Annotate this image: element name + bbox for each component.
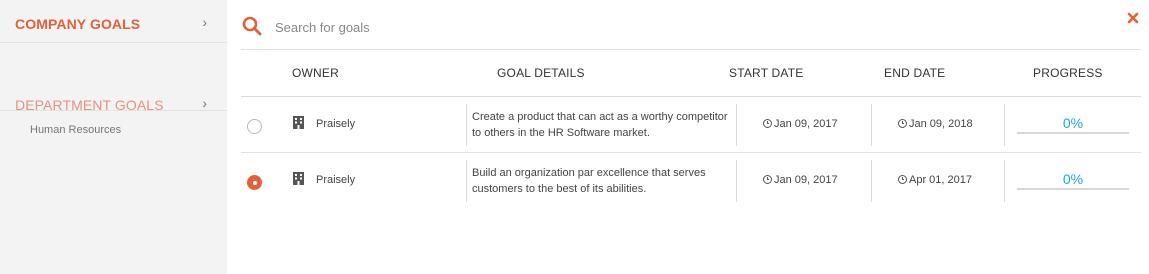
column-header-progress: PROGRESS — [1033, 66, 1103, 80]
goal-radio[interactable] — [247, 175, 262, 190]
close-icon[interactable] — [1126, 11, 1140, 25]
clock-icon — [763, 175, 772, 184]
start-date: Jan 09, 2017 — [763, 118, 838, 130]
owner-name: Praisely — [316, 118, 356, 130]
end-date: Jan 09, 2018 — [898, 118, 973, 130]
column-separator — [736, 160, 737, 202]
column-separator — [871, 160, 872, 202]
end-date-text: Jan 09, 2018 — [909, 118, 973, 130]
progress-bar — [1017, 132, 1129, 134]
start-date-text: Jan 09, 2017 — [774, 174, 838, 186]
progress-bar — [1017, 188, 1129, 190]
column-header-goal-details: GOAL DETAILS — [497, 66, 585, 80]
progress-label: 0% — [1062, 115, 1084, 131]
clock-icon — [898, 175, 907, 184]
column-separator — [1004, 160, 1005, 202]
sidebar-item-department-goals[interactable]: DEPARTMENT GOALS › Human Resources — [0, 43, 227, 136]
building-icon — [293, 172, 304, 185]
column-header-owner: OWNER — [292, 66, 339, 80]
column-separator — [736, 104, 737, 146]
table-row[interactable]: Praisely Create a product that can act a… — [241, 97, 1141, 153]
chevron-right-icon: › — [202, 14, 207, 30]
column-header-start-date: START DATE — [729, 66, 804, 80]
progress-label: 0% — [1062, 171, 1084, 187]
column-separator — [466, 104, 467, 146]
end-date-text: Apr 01, 2017 — [909, 174, 972, 186]
owner-name: Praisely — [316, 174, 356, 186]
column-header-end-date: END DATE — [884, 66, 946, 80]
sidebar-item-label: COMPANY GOALS — [15, 16, 141, 32]
building-icon — [293, 116, 304, 129]
column-separator — [871, 104, 872, 146]
search-icon[interactable] — [242, 16, 262, 36]
search-input[interactable] — [275, 16, 1095, 38]
clock-icon — [898, 119, 907, 128]
sidebar: COMPANY GOALS › DEPARTMENT GOALS › Human… — [0, 0, 227, 274]
goal-details: Create a product that can act as a worth… — [472, 111, 728, 139]
goal-radio[interactable] — [247, 119, 262, 134]
column-separator — [1004, 104, 1005, 146]
clock-icon — [763, 119, 772, 128]
sidebar-item-company-goals[interactable]: COMPANY GOALS › — [0, 0, 227, 43]
start-date-text: Jan 09, 2017 — [774, 118, 838, 130]
end-date: Apr 01, 2017 — [898, 174, 972, 186]
chevron-right-icon: › — [202, 95, 207, 111]
table-row[interactable]: Praisely Build an organization par excel… — [241, 153, 1141, 209]
sidebar-subitem-human-resources[interactable]: Human Resources — [30, 124, 121, 136]
goal-details: Build an organization par excellence tha… — [472, 167, 706, 195]
divider — [241, 49, 1141, 50]
column-separator — [466, 160, 467, 202]
start-date: Jan 09, 2017 — [763, 174, 838, 186]
sidebar-item-label: DEPARTMENT GOALS — [15, 97, 164, 113]
